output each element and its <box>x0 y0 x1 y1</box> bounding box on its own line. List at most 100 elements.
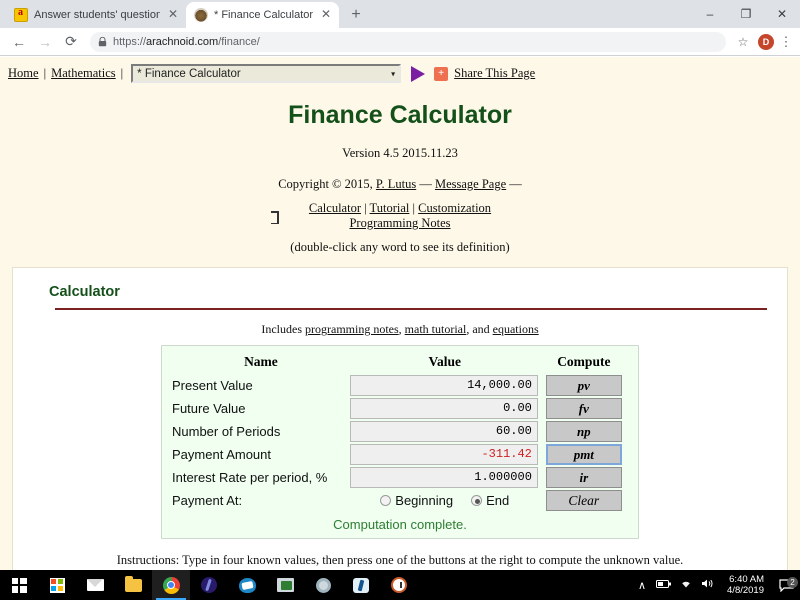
bookmark-star-icon[interactable]: ☆ <box>732 35 754 49</box>
chevron-down-icon: ▾ <box>391 69 396 78</box>
play-triangle-icon[interactable] <box>411 65 426 82</box>
start-button[interactable] <box>0 570 38 600</box>
page-links-row-1: Calculator | Tutorial | Customization <box>0 201 800 216</box>
taskbar-app-8[interactable] <box>266 570 304 600</box>
forward-icon[interactable]: → <box>32 29 58 55</box>
teams-icon <box>238 577 256 593</box>
taskbar-app-9[interactable] <box>304 570 342 600</box>
lock-icon <box>98 36 107 47</box>
nav-link-mathematics[interactable]: Mathematics <box>51 66 116 81</box>
interest-rate-input[interactable]: 1.000000 <box>349 467 538 488</box>
copyright-line: Copyright © 2015, P. Lutus — Message Pag… <box>0 177 800 192</box>
link-equations-inline[interactable]: equations <box>493 322 539 336</box>
future-value-input[interactable]: 0.00 <box>349 398 538 419</box>
row-label-number-of-periods: Number of Periods <box>172 424 281 439</box>
tab-strip: Answer students' questions and ✕ * Finan… <box>0 0 800 28</box>
taskbar-app-6[interactable] <box>190 570 228 600</box>
taskbar-app-11[interactable] <box>380 570 418 600</box>
close-window-button[interactable]: ✕ <box>764 0 800 28</box>
tab-title: * Finance Calculator <box>214 9 314 21</box>
clock-time: 6:40 AM <box>729 574 764 585</box>
taskbar-clock[interactable]: 6:40 AM 4/8/2019 <box>719 574 772 596</box>
avatar[interactable]: D <box>758 33 774 50</box>
column-header-value: Value <box>428 354 462 369</box>
includes-mid-2: , and <box>466 322 493 336</box>
back-icon[interactable]: ← <box>6 29 32 55</box>
wifi-icon[interactable] <box>675 578 697 592</box>
share-plus-icon[interactable]: + <box>434 66 449 81</box>
browser-tab-2[interactable]: * Finance Calculator ✕ <box>186 2 340 28</box>
pen-icon <box>353 577 369 593</box>
link-calculator[interactable]: Calculator <box>309 201 361 215</box>
calculator-content-box: Calculator Includes programming notes, m… <box>12 267 788 570</box>
compute-np-button[interactable]: np <box>545 421 622 442</box>
link-programming-notes[interactable]: Programming Notes <box>349 216 450 230</box>
documents-icon <box>276 578 294 592</box>
table-row: Present Value 14,000.00 pv <box>172 374 628 397</box>
message-page-link[interactable]: Message Page <box>435 177 506 191</box>
taskbar-microsoft-store[interactable] <box>38 570 76 600</box>
link-tutorial[interactable]: Tutorial <box>370 201 410 215</box>
notification-center-button[interactable]: 2 <box>772 576 800 592</box>
page-select-dropdown[interactable]: * Finance Calculator ▾ <box>131 64 402 83</box>
battery-icon[interactable] <box>653 579 675 592</box>
close-icon[interactable]: ✕ <box>166 8 180 22</box>
url-host: arachnoid.com <box>146 35 219 48</box>
folder-icon <box>124 575 142 592</box>
radio-beginning[interactable] <box>380 495 392 506</box>
compute-fv-button[interactable]: fv <box>545 398 622 419</box>
mail-icon <box>86 579 104 591</box>
radio-end[interactable] <box>471 495 483 506</box>
table-row: Interest Rate per period, % 1.000000 ir <box>172 466 628 489</box>
compute-pmt-button[interactable]: pmt <box>545 444 622 465</box>
link-math-tutorial-inline[interactable]: math tutorial <box>405 322 467 336</box>
clear-button[interactable]: Clear <box>545 490 622 511</box>
gear-icon <box>315 577 331 593</box>
table-row: Payment At: Beginning End Clear <box>172 489 628 512</box>
row-value-cell: Beginning End <box>350 489 540 512</box>
row-label-payment-at: Payment At: <box>172 493 243 508</box>
volume-icon[interactable] <box>697 578 719 592</box>
nav-separator: | <box>120 66 124 80</box>
page-viewport: Home | Mathematics | * Finance Calculato… <box>0 57 800 570</box>
author-link[interactable]: P. Lutus <box>376 177 416 191</box>
new-tab-button[interactable]: + <box>343 2 369 28</box>
compute-ir-button[interactable]: ir <box>545 467 622 488</box>
show-hidden-icons-chevron-icon[interactable]: ∧ <box>631 579 653 592</box>
page-select-value: * Finance Calculator <box>137 67 241 80</box>
link-separator: | <box>364 201 367 215</box>
address-bar[interactable]: https://arachnoid.com/finance/ <box>90 31 726 52</box>
section-divider <box>55 308 767 310</box>
payment-amount-input[interactable]: -311.42 <box>349 444 538 465</box>
taskbar-app-7[interactable] <box>228 570 266 600</box>
number-of-periods-input[interactable]: 60.00 <box>349 421 538 442</box>
window-controls: – ❐ ✕ <box>692 0 800 28</box>
taskbar-google-chrome[interactable] <box>152 570 190 600</box>
page-links-row-2: Programming Notes <box>0 216 800 231</box>
compute-pv-button[interactable]: pv <box>545 375 622 396</box>
blue-circle-icon <box>201 577 217 593</box>
share-this-page-link[interactable]: Share This Page <box>454 66 535 81</box>
page-title: Finance Calculator <box>288 101 512 129</box>
minimize-button[interactable]: – <box>692 0 728 28</box>
radio-label-end: End <box>486 493 510 508</box>
taskbar-file-explorer[interactable] <box>114 570 152 600</box>
copyright-suffix: — <box>506 177 522 191</box>
row-value-cell: 14,000.00 <box>349 374 540 397</box>
column-header-compute: Compute <box>557 354 611 369</box>
maximize-button[interactable]: ❐ <box>728 0 764 28</box>
taskbar-app-10[interactable] <box>342 570 380 600</box>
reload-icon[interactable]: ⟳ <box>58 29 84 55</box>
browser-tab-1[interactable]: Answer students' questions and ✕ <box>6 2 186 28</box>
browser-window: Answer students' questions and ✕ * Finan… <box>0 0 800 600</box>
link-programming-notes-inline[interactable]: programming notes <box>305 322 399 336</box>
taskbar-mail[interactable] <box>76 570 114 600</box>
nav-link-home[interactable]: Home <box>8 66 39 81</box>
present-value-input[interactable]: 14,000.00 <box>349 375 538 396</box>
menu-icon[interactable]: ⋮ <box>778 35 794 48</box>
table-row: Payment Amount -311.42 pmt <box>172 443 628 466</box>
link-separator: | <box>412 201 416 215</box>
link-customization[interactable]: Customization <box>418 201 491 215</box>
nav-separator: | <box>43 66 47 80</box>
close-icon[interactable]: ✕ <box>319 8 333 22</box>
